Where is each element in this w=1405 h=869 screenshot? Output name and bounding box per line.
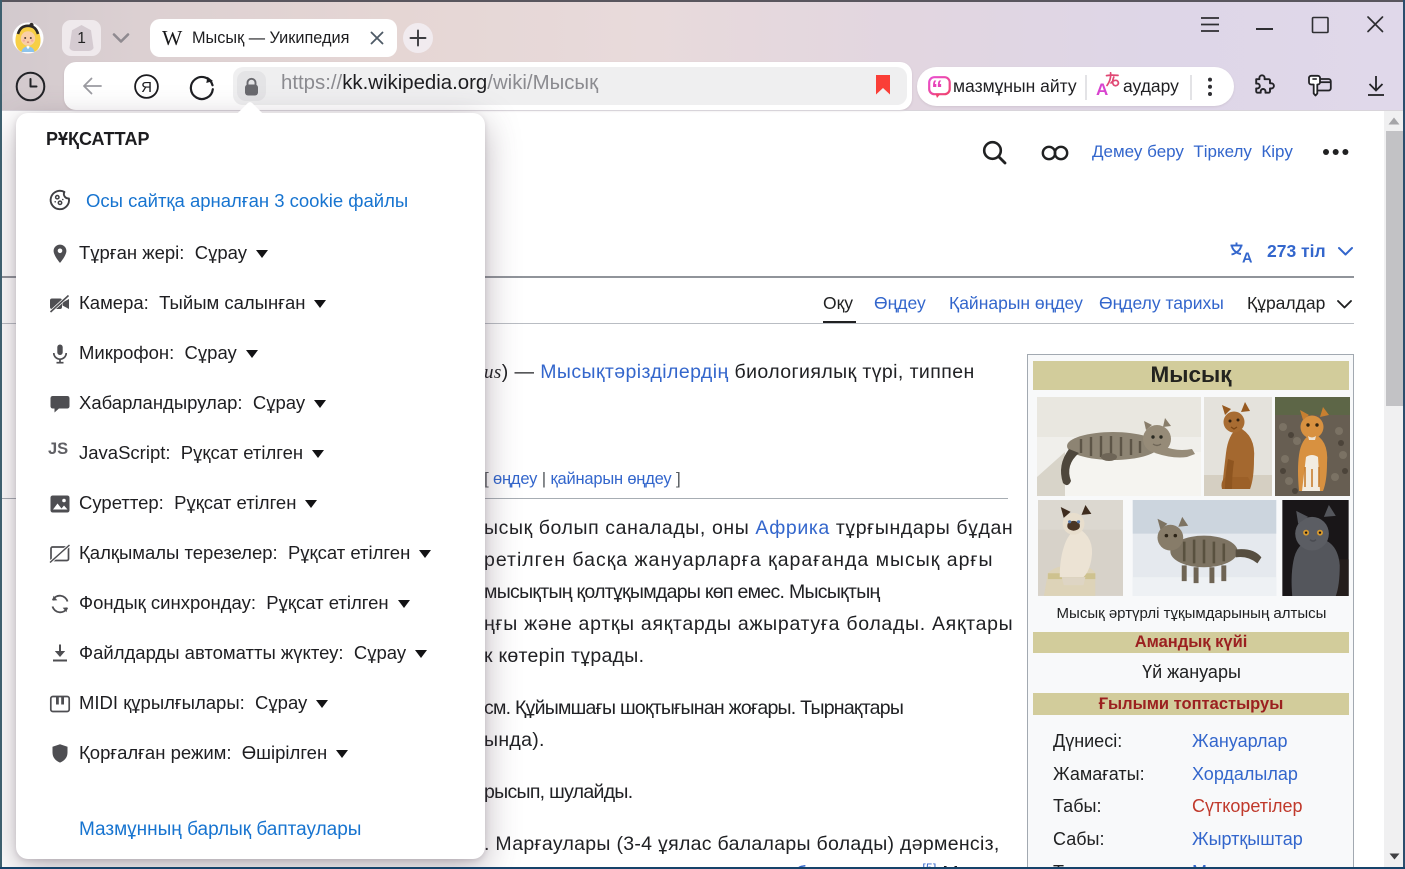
- svg-text:A: A: [1242, 251, 1253, 264]
- svg-text:Я: Я: [141, 79, 152, 96]
- svg-text:“: “: [931, 76, 943, 99]
